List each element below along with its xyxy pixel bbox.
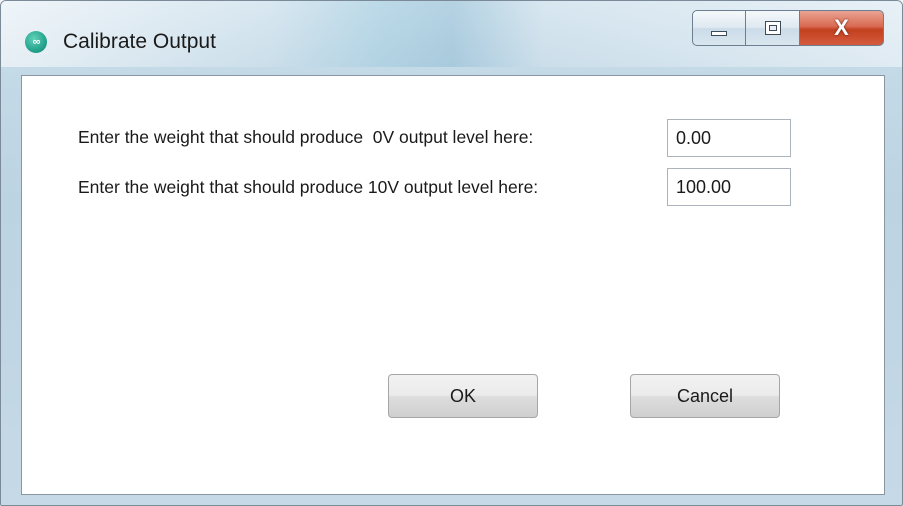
weight-10v-input[interactable] [667,168,791,206]
window-title: Calibrate Output [63,30,216,53]
dialog-client-area: Enter the weight that should produce 0V … [21,75,885,495]
maximize-icon [764,21,781,35]
weight-0v-label: Enter the weight that should produce 0V … [78,127,534,147]
minimize-icon [711,30,727,36]
weight-10v-label: Enter the weight that should produce 10V… [78,177,539,197]
title-bar[interactable]: ∞ Calibrate Output X [1,1,902,67]
caption-buttons: X [692,10,884,46]
cancel-button[interactable]: Cancel [630,374,780,418]
weight-0v-input[interactable] [667,119,791,157]
maxim-logo-icon[interactable]: ∞ [25,31,47,53]
maximize-button[interactable] [746,10,800,46]
close-button[interactable]: X [800,10,884,46]
minimize-button[interactable] [692,10,746,46]
ok-button[interactable]: OK [388,374,538,418]
close-icon: X [834,15,849,40]
calibrate-output-window: ∞ Calibrate Output X Enter the weight th… [0,0,903,506]
